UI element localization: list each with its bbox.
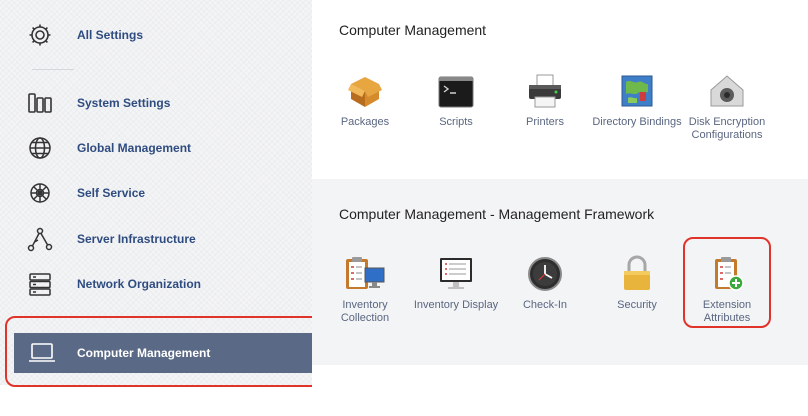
tile-scripts[interactable]: Scripts	[411, 66, 501, 129]
sidebar-item-label: System Settings	[77, 96, 171, 110]
tile-label: Printers	[526, 116, 564, 128]
section-title-computer-management: Computer Management	[339, 22, 487, 38]
tile-directory-bindings[interactable]: Directory Bindings	[592, 66, 682, 129]
tile-check-in[interactable]: Check-In	[500, 249, 590, 312]
sidebar-item-label: Network Organization	[77, 277, 202, 291]
package-box-icon	[320, 66, 410, 110]
sidebar-item-label: Computer Management	[77, 346, 211, 360]
tile-security[interactable]: Security	[592, 249, 682, 312]
padlock-icon	[592, 249, 682, 293]
printer-icon	[500, 66, 590, 110]
sidebar-item-computer-management[interactable]: Computer Management	[14, 333, 312, 373]
sidebar-item-network-organization[interactable]: Network Organization	[0, 264, 312, 304]
tile-label: Inventory Collection	[340, 299, 390, 324]
tile-label: Packages	[340, 116, 390, 128]
sidebar-item-all-settings[interactable]: All Settings	[0, 15, 312, 55]
network-nodes-icon	[26, 225, 54, 253]
map-icon	[592, 66, 682, 110]
tile-label: Inventory Display	[413, 299, 499, 311]
sidebar-item-self-service[interactable]: Self Service	[0, 173, 312, 213]
sidebar: All Settings System Settings Global Mana…	[0, 0, 312, 385]
clipboard-monitor-icon	[320, 249, 410, 293]
tile-label: Security	[617, 299, 657, 311]
content-bottom	[312, 365, 808, 416]
section-title-management-framework: Computer Management - Management Framewo…	[339, 206, 655, 222]
sidebar-item-label: Server Infrastructure	[77, 232, 196, 246]
tile-label: Scripts	[439, 116, 473, 128]
sidebar-divider	[32, 69, 74, 70]
tile-label: Extension Attributes	[702, 299, 752, 324]
tile-label: Check-In	[522, 299, 568, 311]
gear-icon	[26, 21, 54, 49]
house-vault-icon	[682, 66, 772, 110]
columns-icon	[26, 89, 54, 117]
laptop-icon	[28, 339, 56, 367]
sidebar-item-label: All Settings	[77, 28, 144, 42]
tile-inventory-display[interactable]: Inventory Display	[411, 249, 501, 312]
tile-extension-attributes[interactable]: Extension Attributes	[682, 249, 772, 325]
clipboard-plus-icon	[682, 249, 772, 293]
terminal-icon	[411, 66, 501, 110]
clock-icon	[500, 249, 590, 293]
tile-label: Directory Bindings	[592, 116, 682, 128]
sidebar-item-system-settings[interactable]: System Settings	[0, 83, 312, 123]
tile-packages[interactable]: Packages	[320, 66, 410, 129]
self-service-icon	[26, 179, 54, 207]
tile-disk-encryption-configurations[interactable]: Disk Encryption Configurations	[682, 66, 772, 142]
tile-label: Disk Encryption Configurations	[688, 116, 766, 141]
sidebar-item-global-management[interactable]: Global Management	[0, 128, 312, 168]
sidebar-item-server-infrastructure[interactable]: Server Infrastructure	[0, 219, 312, 259]
sidebar-item-label: Self Service	[77, 186, 146, 200]
server-rack-icon	[26, 270, 54, 298]
sidebar-item-label: Global Management	[77, 141, 192, 155]
tile-printers[interactable]: Printers	[500, 66, 590, 129]
tile-inventory-collection[interactable]: Inventory Collection	[320, 249, 410, 325]
globe-icon	[26, 134, 54, 162]
display-list-icon	[411, 249, 501, 293]
